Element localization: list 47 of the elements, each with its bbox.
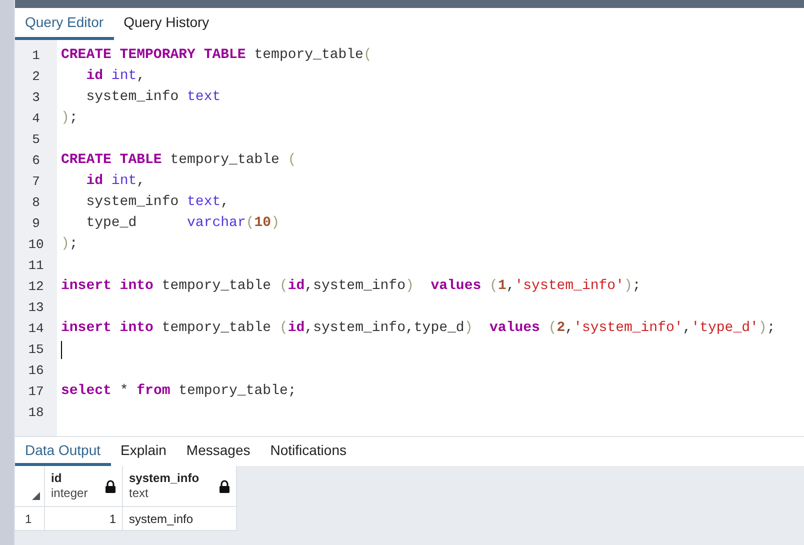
output-tab[interactable]: Notifications (260, 437, 356, 466)
code-line: id int, (85, 67, 146, 86)
column-type: integer (51, 486, 88, 501)
code-editor[interactable] (15, 40, 804, 436)
column-header[interactable]: system_info text (123, 466, 237, 506)
line-number: 2 (32, 68, 40, 86)
code-line: system_info text, (85, 193, 230, 212)
column-name: id (51, 471, 63, 486)
code-line: type_d varchar(10) (85, 214, 280, 233)
code-line: CREATE TABLE tempory_table ( (61, 151, 296, 170)
table-cell: 1 (45, 507, 123, 530)
line-number: 7 (32, 172, 40, 191)
column-name: system_info (129, 471, 200, 486)
editor-tab[interactable]: Query History (114, 8, 220, 40)
line-number: 10 (28, 236, 44, 254)
code-line: ); (61, 109, 78, 128)
line-number: 3 (32, 88, 40, 107)
corner-triangle-icon (32, 492, 40, 500)
line-number: 13 (28, 298, 44, 317)
line-number: 11 (28, 256, 44, 275)
line-number: 15 (28, 340, 44, 359)
line-number: 16 (28, 362, 44, 380)
lock-icon (105, 480, 116, 492)
line-number: 1 (32, 46, 40, 65)
line-number: 9 (32, 214, 40, 233)
code-line: system_info text (85, 88, 221, 107)
output-tab[interactable]: Explain (110, 437, 176, 466)
line-number: 4 (32, 110, 40, 128)
line-number: 8 (32, 194, 40, 212)
column-header[interactable]: id integer (45, 466, 123, 506)
lock-icon (219, 480, 230, 492)
column-type: text (129, 486, 150, 501)
line-number: 18 (28, 404, 44, 422)
code-line: CREATE TEMPORARY TABLE tempory_table( (61, 46, 372, 65)
line-number: 12 (28, 278, 44, 296)
table-cell: system_info (123, 507, 237, 530)
code-line: id int, (85, 172, 146, 191)
row-number: 1 (15, 507, 45, 530)
line-number: 6 (32, 152, 40, 170)
line-number: 5 (32, 130, 40, 149)
code-line: ); (61, 235, 78, 254)
line-number: 14 (28, 320, 44, 338)
line-number: 17 (28, 382, 44, 401)
output-tab[interactable]: Messages (176, 437, 260, 466)
code-line: insert into tempory_table (id,system_info,type_d) values (2,'system_info','type_d'); (61, 319, 776, 338)
code-line: insert into tempory_table (id,system_info) values (1,'system_info'); (61, 277, 641, 296)
code-line: select * from tempory_table; (61, 382, 296, 401)
